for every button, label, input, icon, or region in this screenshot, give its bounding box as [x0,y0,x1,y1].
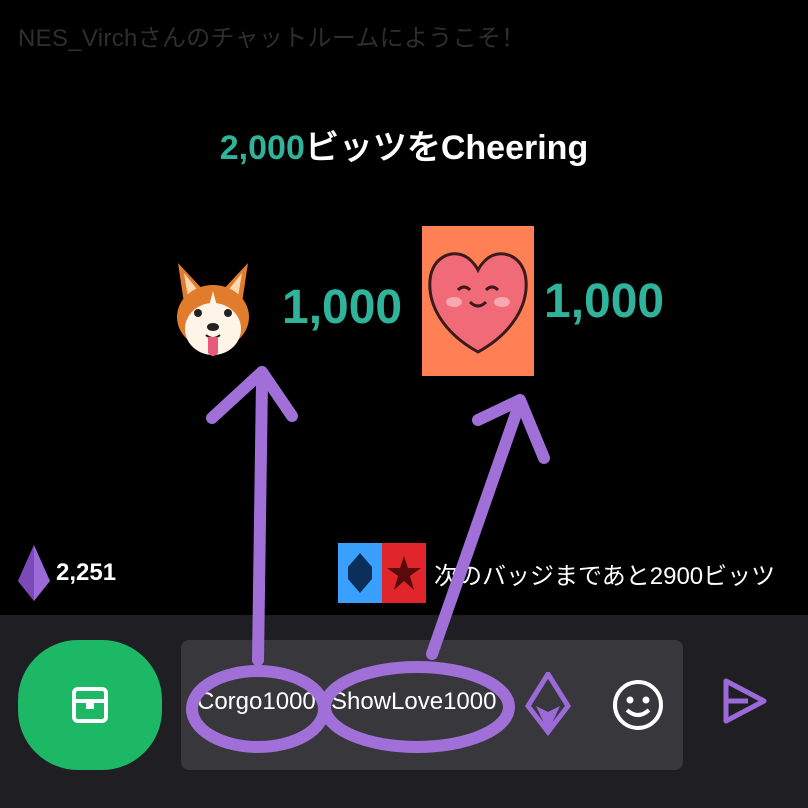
send-icon [723,678,767,724]
cheer-chip-showlove[interactable]: ShowLove1000 [331,688,496,716]
badge-progress: 次のバッジまであと2900ビッツ [338,543,775,603]
cheer-item-count: 1,000 [282,281,403,334]
emote-picker-button[interactable] [611,678,665,737]
store-icon [72,687,108,723]
current-badge-icon [338,543,382,603]
emote-face-icon [613,680,663,730]
next-badge-icon [382,543,426,603]
corgi-emote-icon [177,263,249,356]
next-badge-text: 次のバッジまであと2900ビッツ [434,562,776,590]
bits-picker-button[interactable] [524,669,572,741]
send-button[interactable] [720,676,770,731]
bits-picker-icon [524,669,572,737]
cheer-suffix: ビッツをCheering [304,129,589,167]
cheer-item-count: 1,000 [544,274,665,328]
bits-balance-value: 2,251 [56,559,117,586]
bits-store-button[interactable] [18,640,162,770]
cheer-amount: 2,000 [219,129,305,167]
cheer-chip-corgo[interactable]: Corgo1000 [197,688,316,716]
welcome-message: NES_Virchさんのチャットルームにようこそ！ [18,25,526,52]
cheer-title: 2,000ビッツをCheering [0,120,808,169]
bits-icon [18,545,50,601]
cheer-item-corgi: 1,000 [168,255,402,360]
heart-emote-card [422,226,534,376]
heart-emote-icon [428,252,528,354]
bits-balance: 2,251 [18,545,116,601]
cheer-item-heart: 1,000 [422,226,664,376]
